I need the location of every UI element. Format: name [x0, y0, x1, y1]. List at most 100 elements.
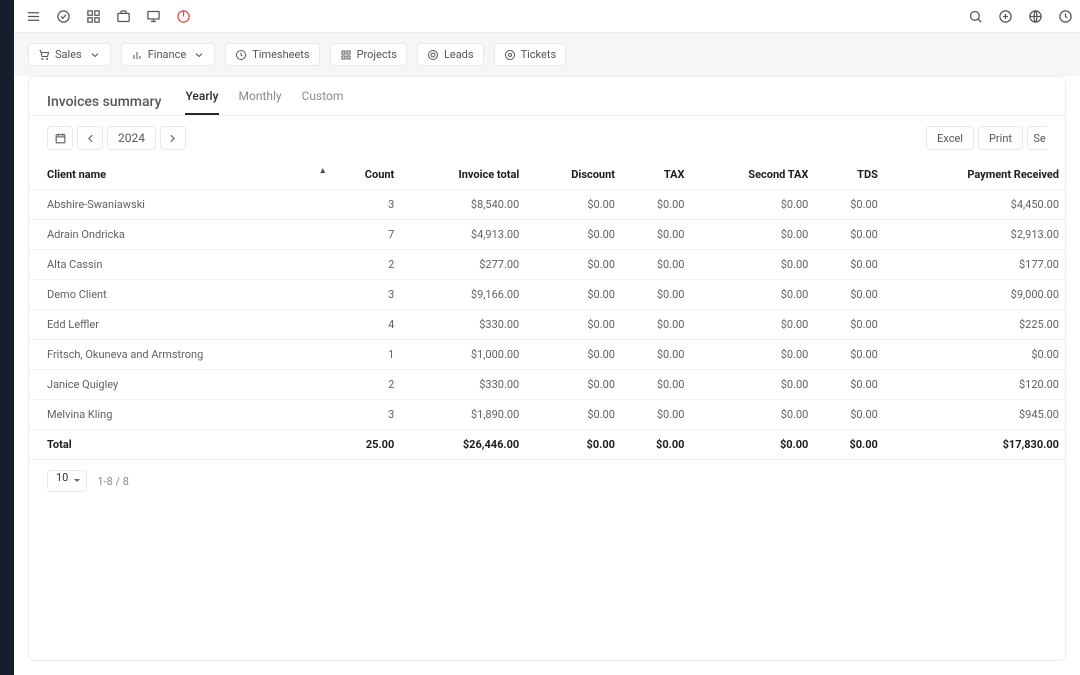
nav-label: Sales: [55, 48, 82, 61]
table-total-row: Total25.00$26,446.00$0.00$0.00$0.00$0.00…: [29, 430, 1065, 460]
pager: 10 1-8 / 8: [29, 460, 1065, 502]
cell-tds: $0.00: [814, 250, 884, 280]
cell-count: 3: [329, 280, 400, 310]
nav-timesheets[interactable]: Timesheets: [225, 43, 319, 66]
excel-button[interactable]: Excel: [926, 126, 974, 150]
nav-projects[interactable]: Projects: [330, 43, 407, 66]
table-row[interactable]: Janice Quigley2$330.00$0.00$0.00$0.00$0.…: [29, 370, 1065, 400]
total-payment-received: $17,830.00: [884, 430, 1065, 460]
cell-tax: $0.00: [621, 280, 691, 310]
cell-payment-received: $0.00: [884, 340, 1065, 370]
cell-count: 1: [329, 340, 400, 370]
add-circle-icon[interactable]: [996, 7, 1014, 25]
cell-tds: $0.00: [814, 310, 884, 340]
monitor-icon[interactable]: [144, 7, 162, 25]
cell-second-tax: $0.00: [690, 310, 814, 340]
page-size-select[interactable]: 10: [47, 470, 87, 492]
cell-client: Edd Leffler: [29, 310, 329, 340]
target-icon: [427, 49, 439, 61]
table-row[interactable]: Melvina Kling3$1,890.00$0.00$0.00$0.00$0…: [29, 400, 1065, 430]
chevron-down-icon: [89, 49, 101, 61]
card-head: Invoices summary Yearly Monthly Custom: [29, 77, 1065, 115]
cell-second-tax: $0.00: [690, 250, 814, 280]
cell-tax: $0.00: [621, 400, 691, 430]
cell-client: Demo Client: [29, 280, 329, 310]
nav-label: Tickets: [521, 48, 557, 61]
cell-invoice-total: $8,540.00: [400, 190, 525, 220]
menu-icon[interactable]: [24, 7, 42, 25]
cell-count: 3: [329, 400, 400, 430]
col-discount[interactable]: Discount: [525, 160, 621, 190]
cart-icon: [38, 49, 50, 61]
prev-year-button[interactable]: [77, 126, 103, 150]
col-second-tax[interactable]: Second TAX: [690, 160, 814, 190]
search-button[interactable]: Se: [1027, 126, 1047, 150]
cell-invoice-total: $4,913.00: [400, 220, 525, 250]
cell-tds: $0.00: [814, 340, 884, 370]
cell-client: Alta Cassin: [29, 250, 329, 280]
nav-leads[interactable]: Leads: [417, 43, 484, 66]
nav-finance[interactable]: Finance: [121, 43, 215, 66]
grid-icon[interactable]: [84, 7, 102, 25]
tab-monthly[interactable]: Monthly: [239, 89, 282, 115]
table-row[interactable]: Edd Leffler4$330.00$0.00$0.00$0.00$0.00$…: [29, 310, 1065, 340]
tab-yearly[interactable]: Yearly: [185, 89, 218, 115]
cell-second-tax: $0.00: [690, 280, 814, 310]
cell-second-tax: $0.00: [690, 340, 814, 370]
clock-icon[interactable]: [1056, 7, 1074, 25]
ticket-icon: [504, 49, 516, 61]
cell-tds: $0.00: [814, 370, 884, 400]
projects-icon: [340, 49, 352, 61]
nav-tickets[interactable]: Tickets: [494, 43, 567, 66]
col-payment-received[interactable]: Payment Received: [884, 160, 1065, 190]
col-client[interactable]: Client name▴: [29, 160, 329, 190]
cell-invoice-total: $277.00: [400, 250, 525, 280]
check-circle-icon[interactable]: [54, 7, 72, 25]
calendar-button[interactable]: [47, 126, 73, 150]
briefcase-icon[interactable]: [114, 7, 132, 25]
cell-client: Janice Quigley: [29, 370, 329, 400]
cell-count: 2: [329, 370, 400, 400]
print-button[interactable]: Print: [978, 126, 1023, 150]
nav-sales[interactable]: Sales: [28, 43, 111, 66]
table-row[interactable]: Adrain Ondricka7$4,913.00$0.00$0.00$0.00…: [29, 220, 1065, 250]
table-row[interactable]: Abshire-Swaniawski3$8,540.00$0.00$0.00$0…: [29, 190, 1065, 220]
power-icon[interactable]: [174, 7, 192, 25]
main-area: Sales Finance Timesheets Projects Leads: [14, 0, 1080, 675]
cell-discount: $0.00: [525, 190, 621, 220]
total-second-tax: $0.00: [690, 430, 814, 460]
col-tds[interactable]: TDS: [814, 160, 884, 190]
cell-tds: $0.00: [814, 190, 884, 220]
col-tax[interactable]: TAX: [621, 160, 691, 190]
cell-count: 7: [329, 220, 400, 250]
cell-tds: $0.00: [814, 220, 884, 250]
table-row[interactable]: Demo Client3$9,166.00$0.00$0.00$0.00$0.0…: [29, 280, 1065, 310]
table-wrap: Client name▴ Count Invoice total Discoun…: [29, 160, 1065, 460]
sort-asc-icon: ▴: [320, 166, 325, 176]
cell-tax: $0.00: [621, 310, 691, 340]
cell-tax: $0.00: [621, 220, 691, 250]
tab-custom[interactable]: Custom: [302, 89, 344, 115]
cell-count: 4: [329, 310, 400, 340]
cell-payment-received: $225.00: [884, 310, 1065, 340]
col-count[interactable]: Count: [329, 160, 400, 190]
col-invoice-total[interactable]: Invoice total: [400, 160, 525, 190]
search-icon[interactable]: [966, 7, 984, 25]
cell-invoice-total: $330.00: [400, 370, 525, 400]
table-row[interactable]: Alta Cassin2$277.00$0.00$0.00$0.00$0.00$…: [29, 250, 1065, 280]
globe-icon[interactable]: [1026, 7, 1044, 25]
cell-tax: $0.00: [621, 340, 691, 370]
cell-discount: $0.00: [525, 370, 621, 400]
table-row[interactable]: Fritsch, Okuneva and Armstrong1$1,000.00…: [29, 340, 1065, 370]
page-title: Invoices summary: [47, 94, 161, 110]
page-range: 1-8 / 8: [97, 475, 129, 488]
total-discount: $0.00: [525, 430, 621, 460]
cell-count: 3: [329, 190, 400, 220]
year-display[interactable]: 2024: [107, 126, 156, 150]
cell-discount: $0.00: [525, 280, 621, 310]
page-card: Invoices summary Yearly Monthly Custom 2…: [28, 76, 1066, 661]
app-root: Sales Finance Timesheets Projects Leads: [0, 0, 1080, 675]
cell-discount: $0.00: [525, 400, 621, 430]
cell-second-tax: $0.00: [690, 370, 814, 400]
next-year-button[interactable]: [160, 126, 186, 150]
